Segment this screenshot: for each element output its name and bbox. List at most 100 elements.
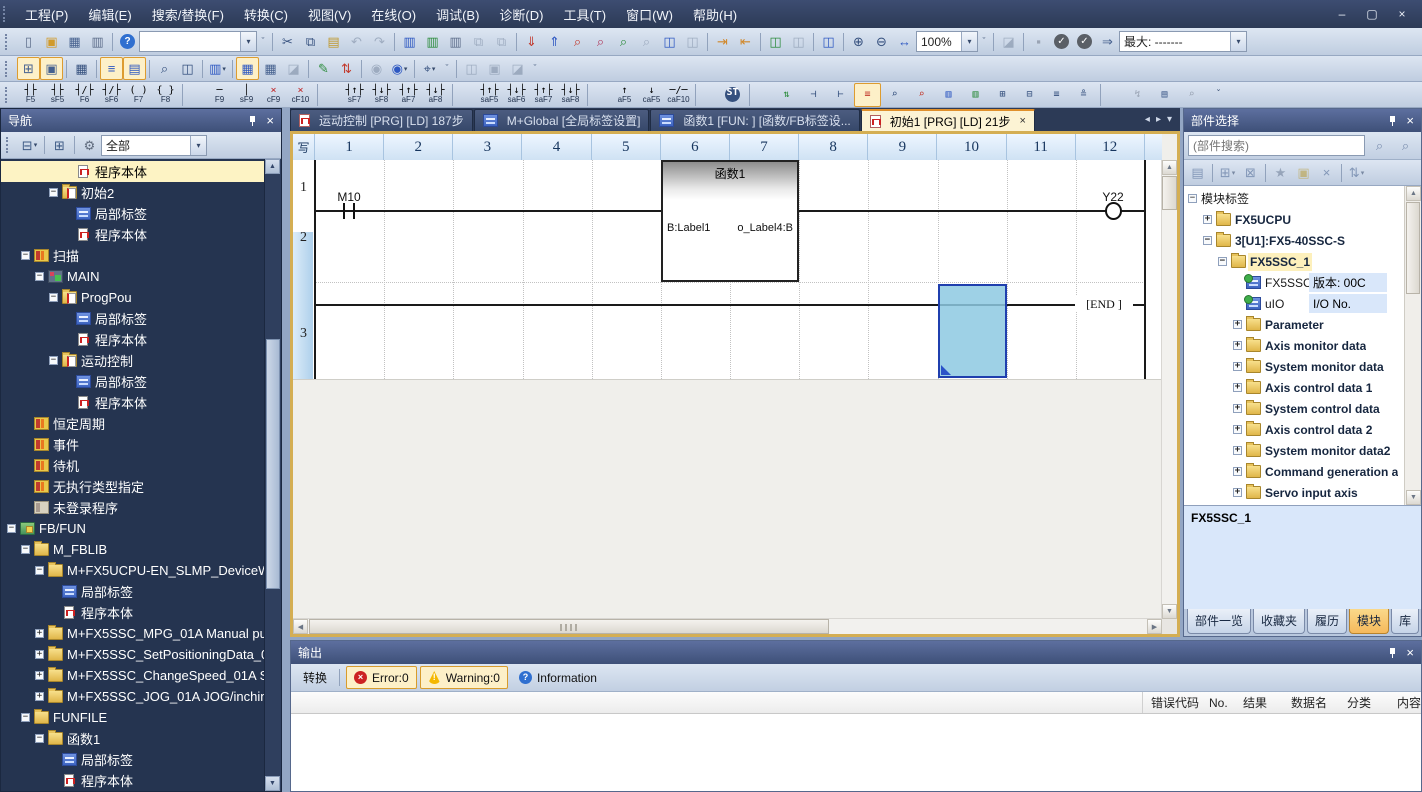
fit-width-button[interactable]: ↔	[893, 30, 916, 53]
zoom-in-button[interactable]: ⊕	[847, 30, 870, 53]
device-memory-2-button[interactable]: ▦	[259, 57, 282, 80]
monitor-start-button[interactable]: ◫	[764, 30, 787, 53]
parts-delete-button[interactable]: ×	[1315, 161, 1338, 184]
menu-item[interactable]: 帮助(H)	[683, 0, 747, 28]
output-content[interactable]	[291, 714, 1421, 791]
collapse-all-button[interactable]: ⊞	[48, 134, 71, 157]
edit-right-button[interactable]: ⊢	[827, 83, 854, 107]
parts-scrollbar[interactable]	[1404, 186, 1421, 505]
docking-window-3[interactable]: ◪	[506, 57, 529, 80]
scroll-up-icon[interactable]	[1406, 186, 1421, 201]
close-icon[interactable]	[1406, 646, 1414, 659]
module-tree-item[interactable]: − 模块标签	[1184, 188, 1404, 209]
rising-pulse-button[interactable]: ┤↑├sF7	[341, 83, 368, 107]
close-icon[interactable]	[266, 114, 274, 127]
expander-icon[interactable]: +	[1233, 362, 1242, 371]
module-tree-item[interactable]: + Parameter	[1184, 314, 1404, 335]
tree-item[interactable]: 局部标签	[1, 581, 264, 602]
device-monitor-off[interactable]: ◫	[681, 30, 704, 53]
menu-item[interactable]: 工程(P)	[15, 0, 78, 28]
module-tree-item[interactable]: + System monitor data2	[1184, 440, 1404, 461]
expander-icon[interactable]: −	[1188, 194, 1197, 203]
tree-item[interactable]: 程序本体	[1, 392, 264, 413]
print-button[interactable]: ▥	[86, 30, 109, 53]
scroll-up-icon[interactable]	[265, 159, 280, 174]
tree-item[interactable]: 程序本体	[1, 224, 264, 245]
rising-close-branch-button[interactable]: ┤↑├saF7	[530, 83, 557, 107]
scroll-thumb[interactable]	[1162, 176, 1177, 210]
scroll-right-icon[interactable]	[1147, 619, 1162, 634]
selected-cell[interactable]	[938, 284, 1007, 378]
coil-button[interactable]: ( )F7	[125, 83, 152, 107]
falling-pulse-button[interactable]: ┤↓├sF8	[368, 83, 395, 107]
warning-filter-button[interactable]: Warning:0	[420, 666, 508, 689]
module-tree-item[interactable]: − FX5SSC_1	[1184, 251, 1404, 272]
docking-window-1[interactable]: ◫	[460, 57, 483, 80]
device-read-button[interactable]: ⇑	[543, 30, 566, 53]
keyword-combo[interactable]	[139, 31, 257, 52]
comment-display-button[interactable]: ▥	[962, 83, 989, 107]
document-view-button[interactable]: ▤	[1151, 83, 1178, 107]
delete-h-line-button[interactable]: ×cF9	[260, 83, 287, 107]
find-window-button[interactable]: ◫	[176, 57, 199, 80]
parts-new-folder-button[interactable]: ▣	[1292, 161, 1315, 184]
zoom-combo[interactable]: 100%	[916, 31, 978, 52]
tab-scroll-left[interactable]: ◂	[1145, 109, 1150, 127]
display-setting-button[interactable]: ◉	[388, 57, 411, 80]
module-tree-item[interactable]: − 3[U1]:FX5-40SSC-S	[1184, 230, 1404, 251]
parts-tab-favorites[interactable]: 收藏夹	[1253, 609, 1305, 634]
element-select-button[interactable]: ▦	[70, 57, 93, 80]
tree-item[interactable]: + M+FX5SSC_SetPositioningData_0	[1, 644, 264, 665]
parts-detail-button[interactable]: ▤	[1186, 161, 1209, 184]
error-filter-button[interactable]: Error:0	[346, 666, 417, 689]
tree-item[interactable]: − ProgPou	[1, 287, 264, 308]
convert-button[interactable]: 转换	[297, 667, 333, 688]
falling-branch-button[interactable]: ┤↓├saF6	[503, 83, 530, 107]
rising-branch-button[interactable]: ┤↑├saF5	[476, 83, 503, 107]
menu-item[interactable]: 编辑(E)	[78, 0, 141, 28]
expander-icon[interactable]: −	[1218, 257, 1227, 266]
scroll-up-icon[interactable]	[1162, 160, 1177, 175]
expander-icon[interactable]: +	[1233, 425, 1242, 434]
menu-item[interactable]: 诊断(D)	[489, 0, 553, 28]
tree-item[interactable]: 未登录程序	[1, 497, 264, 518]
ladder-canvas[interactable]: 123 M10 Y22 函数1 B:Label1 o_Label4:B [END…	[293, 160, 1177, 634]
expander-icon[interactable]: −	[1203, 236, 1212, 245]
scroll-left-icon[interactable]	[293, 619, 308, 634]
parts-close-target-button[interactable]: ⊠	[1239, 161, 1262, 184]
open-project-button[interactable]: ▣	[40, 30, 63, 53]
menu-item[interactable]: 搜索/替换(F)	[142, 0, 234, 28]
tree-item[interactable]: 事件	[1, 434, 264, 455]
delete-cell-button[interactable]: ⊟	[1016, 83, 1043, 107]
find-instruction-button[interactable]: ⌕	[881, 83, 908, 107]
parts-tab-library[interactable]: 库	[1391, 609, 1419, 634]
function-block[interactable]: 函数1 B:Label1 o_Label4:B	[661, 160, 799, 282]
parts-display-target-button[interactable]: ⊞	[1216, 161, 1239, 184]
pin-icon[interactable]	[1387, 115, 1398, 127]
io-check-button[interactable]: ⇅	[335, 57, 358, 80]
tree-item[interactable]: − FUNFILE	[1, 707, 264, 728]
expander-icon[interactable]: +	[35, 692, 44, 701]
nav-settings-button[interactable]: ⚙	[78, 134, 101, 157]
tree-item[interactable]: 局部标签	[1, 308, 264, 329]
module-tree-item[interactable]: + Command generation a	[1184, 461, 1404, 482]
close-icon[interactable]	[1406, 114, 1414, 127]
module-tree-item[interactable]: + Axis control data 2	[1184, 419, 1404, 440]
restore-icon[interactable]: ▢	[1362, 7, 1382, 21]
module-tree-item[interactable]: + FX5UCPU	[1184, 209, 1404, 230]
cut-button[interactable]: ✂	[276, 30, 299, 53]
menu-item[interactable]: 视图(V)	[298, 0, 361, 28]
device-comment-button[interactable]: ▥	[206, 57, 229, 80]
pin-icon[interactable]	[1387, 647, 1398, 659]
parts-search-input[interactable]	[1188, 135, 1365, 156]
parts-favorite-button[interactable]: ★	[1269, 161, 1292, 184]
module-tree-item[interactable]: + Axis monitor data	[1184, 335, 1404, 356]
module-tree-item[interactable]: FX5SSC 版本: 00C	[1184, 272, 1404, 293]
h-line-button[interactable]: ─F9	[206, 83, 233, 107]
parts-sort-button[interactable]: ⇅	[1345, 161, 1368, 184]
delete-v-line-button[interactable]: ×cF10	[287, 83, 314, 107]
open-contact-button[interactable]: ┤├F5	[17, 83, 44, 107]
navigation-window-button[interactable]: ⊞	[17, 57, 40, 80]
expander-icon[interactable]: −	[7, 524, 16, 533]
check-all-button[interactable]: ✓	[1073, 30, 1096, 53]
